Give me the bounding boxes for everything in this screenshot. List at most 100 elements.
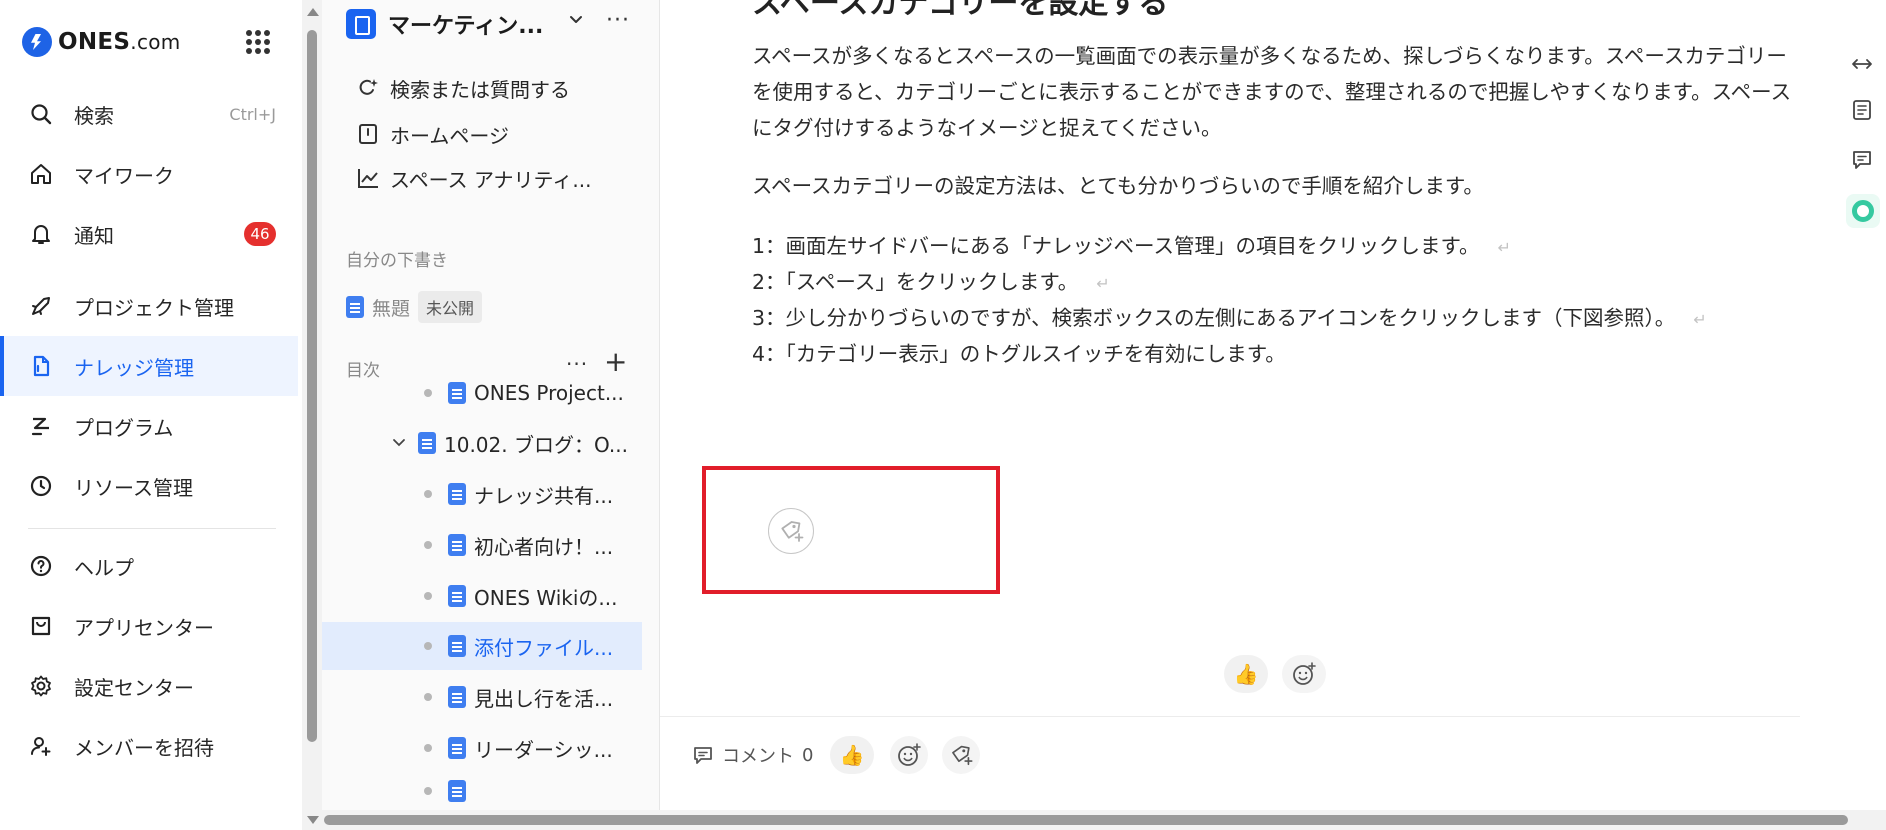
unpublished-badge: 未公開	[418, 291, 483, 323]
vertical-scrollbar[interactable]	[302, 0, 322, 830]
app-grid-icon[interactable]	[246, 30, 270, 54]
scroll-up-arrow-icon[interactable]	[307, 8, 319, 16]
toc-item-label: 10.02. ブログ：O...	[444, 432, 628, 457]
doc-icon	[418, 432, 436, 454]
nav-knowledge[interactable]: ナレッジ管理	[0, 336, 298, 396]
nav-search[interactable]: 検索 Ctrl+J	[0, 84, 298, 144]
space-analytics[interactable]: スペース アナリティ...	[356, 158, 591, 198]
like-reaction-button[interactable]: 👍	[1224, 655, 1268, 693]
add-tag-icon[interactable]	[768, 508, 814, 554]
comment-tag-button[interactable]	[942, 736, 980, 774]
comments-panel-icon[interactable]	[1846, 144, 1878, 176]
add-emoji-button[interactable]	[1282, 655, 1326, 693]
ones-logo-mark-icon	[22, 27, 52, 57]
bullet-icon	[424, 693, 432, 701]
toc-item[interactable]: 初心者向け！...	[424, 521, 613, 569]
toc-item-label: ナレッジ共有...	[474, 483, 614, 508]
doc-icon	[448, 737, 466, 759]
toc-item-label: ONES Project...	[474, 381, 624, 405]
toc-item-label: 初心者向け！...	[474, 534, 614, 559]
step-text: 1：画面左サイドバーにある「ナレッジベース管理」の項目をクリックします。	[752, 234, 1480, 258]
knowledge-doc-icon	[28, 353, 54, 379]
nav-notify[interactable]: 通知 46	[0, 204, 298, 264]
doc-icon	[448, 585, 466, 607]
space-search-label: 検索または質問する	[390, 77, 570, 102]
notification-count-badge: 46	[244, 222, 276, 246]
chevron-down-icon[interactable]	[392, 431, 406, 455]
doc-icon	[448, 483, 466, 505]
gear-icon	[28, 673, 54, 699]
add-tag-icon	[952, 745, 973, 766]
space-title: マーケティン...	[388, 14, 544, 39]
book-icon	[356, 122, 380, 146]
nav-project-label: プロジェクト管理	[74, 295, 234, 320]
expand-width-icon[interactable]	[1846, 48, 1878, 80]
return-mark-icon: ↵	[1096, 274, 1110, 293]
ones-logo[interactable]: ONES.com	[22, 24, 181, 60]
outline-icon[interactable]	[1846, 94, 1878, 126]
scroll-down-arrow-icon[interactable]	[307, 816, 319, 824]
thumbs-up-icon: 👍	[1233, 662, 1259, 686]
horizontal-scrollbar[interactable]	[322, 810, 1886, 830]
toc-item[interactable]: ONES Project...	[424, 369, 624, 417]
brand-name: ONES	[58, 29, 131, 55]
nav-resource[interactable]: リソース管理	[0, 456, 298, 516]
nav-divider	[28, 528, 276, 529]
space-header[interactable]: マーケティン...	[346, 6, 543, 42]
highlight-box	[702, 466, 1000, 594]
toc-item[interactable]: 見出し行を活...	[424, 673, 613, 721]
search-icon	[28, 101, 54, 127]
nav-project[interactable]: プロジェクト管理	[0, 276, 298, 336]
nav-invite[interactable]: メンバーを招待	[0, 716, 298, 776]
nav-help[interactable]: ヘルプ	[0, 536, 298, 596]
clock-icon	[28, 473, 54, 499]
toc-item[interactable]: ONES Wikiの...	[424, 572, 618, 620]
add-emoji-icon	[1293, 662, 1316, 685]
step-text: 2：「スペース」をクリックします。	[752, 270, 1079, 294]
space-home[interactable]: ホームページ	[356, 114, 509, 154]
chevron-down-icon[interactable]	[568, 12, 584, 32]
comment-like-button[interactable]: 👍	[830, 736, 874, 774]
comment-divider	[660, 716, 1800, 717]
toc-item[interactable]: ナレッジ共有...	[424, 470, 613, 518]
toc-section-label: 目次	[346, 361, 380, 381]
bullet-icon	[424, 541, 432, 549]
toc-item[interactable]: 10.02. ブログ：O...	[392, 419, 628, 467]
nav-appcenter[interactable]: アプリセンター	[0, 596, 298, 656]
toc-item-partial[interactable]	[424, 776, 474, 806]
space-sidebar: マーケティン... ··· 検索または質問する ホームページ スペース アナリテ…	[322, 0, 660, 810]
comment-emoji-button[interactable]	[890, 736, 928, 774]
toc-item-label: 見出し行を活...	[474, 686, 614, 711]
comment-button[interactable]: コメント 0	[692, 742, 813, 768]
horizontal-scroll-thumb[interactable]	[324, 815, 1848, 825]
return-mark-icon: ↵	[1497, 238, 1511, 257]
bell-icon	[28, 221, 54, 247]
toc-item-active[interactable]: 添付ファイル...	[322, 622, 642, 670]
brand-suffix: .com	[130, 30, 181, 54]
section-heading: スペースカテゴリーを設定する	[752, 0, 1169, 21]
add-emoji-icon	[898, 743, 921, 766]
space-doc-icon	[346, 9, 376, 39]
nav-settings[interactable]: 設定センター	[0, 656, 298, 716]
nav-mywork[interactable]: マイワーク	[0, 144, 298, 204]
nav-program[interactable]: プログラム	[0, 396, 298, 456]
nav-program-label: プログラム	[74, 415, 174, 440]
left-navigation: ONES.com 検索 Ctrl+J マイワーク 通知 46 プロジェクト管理 …	[0, 0, 300, 830]
ai-assistant-icon[interactable]	[1846, 194, 1880, 228]
paragraph-intro: スペースが多くなるとスペースの一覧画面での表示量が多くなるため、探しづらくなりま…	[752, 44, 1792, 140]
doc-icon	[448, 635, 466, 657]
vertical-scroll-thumb[interactable]	[307, 30, 317, 742]
bullet-icon	[424, 592, 432, 600]
nav-search-label: 検索	[74, 103, 114, 128]
add-user-icon	[28, 733, 54, 759]
draft-item[interactable]: 無題 未公開	[346, 290, 483, 324]
toc-item[interactable]: リーダーシッ...	[424, 724, 613, 772]
paragraph-steps-intro: スペースカテゴリーの設定方法は、とても分かりづらいので手順を紹介します。	[752, 174, 1484, 198]
app-store-icon	[28, 613, 54, 639]
ai-search-icon	[356, 76, 380, 100]
nav-notify-label: 通知	[74, 223, 114, 248]
space-more-icon[interactable]: ···	[606, 8, 630, 33]
bullet-icon	[424, 490, 432, 498]
nav-invite-label: メンバーを招待	[74, 735, 214, 760]
space-search-ask[interactable]: 検索または質問する	[356, 68, 570, 108]
